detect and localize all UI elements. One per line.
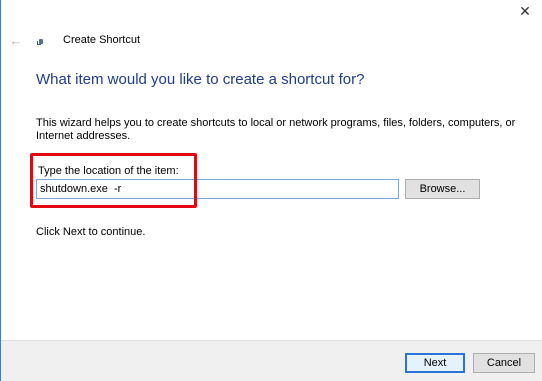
close-button[interactable]: ✕ [514, 2, 536, 20]
browse-button[interactable]: Browse... [405, 179, 480, 199]
shortcut-icon [35, 34, 47, 46]
cancel-button[interactable]: Cancel [473, 353, 535, 373]
create-shortcut-window: ✕ ← Create Shortcut What item would you … [0, 0, 542, 381]
continue-instruction: Click Next to continue. [36, 226, 146, 238]
close-icon: ✕ [519, 2, 531, 19]
wizard-description: This wizard helps you to create shortcut… [36, 117, 516, 142]
wizard-title: Create Shortcut [63, 34, 141, 46]
wizard-header: ← Create Shortcut [9, 31, 141, 49]
location-label: Type the location of the item: [38, 165, 179, 177]
wizard-footer: Next Cancel [1, 340, 542, 381]
location-input[interactable] [36, 179, 399, 199]
next-button[interactable]: Next [405, 353, 465, 373]
back-button[interactable]: ← [9, 32, 23, 48]
page-heading: What item would you like to create a sho… [36, 71, 365, 88]
back-arrow-icon: ← [9, 32, 23, 48]
